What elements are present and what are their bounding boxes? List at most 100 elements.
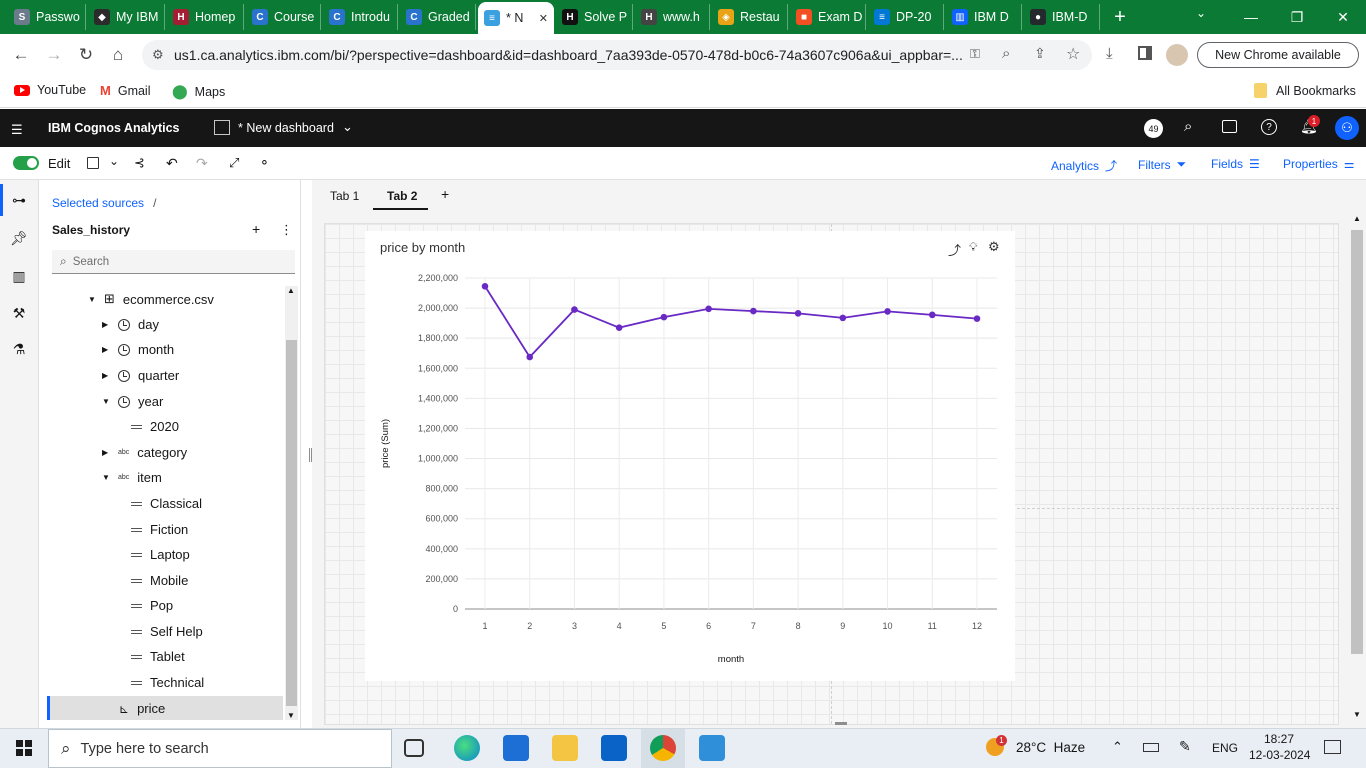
browser-tab[interactable]: C Course	[246, 4, 321, 30]
hamburger-menu-icon[interactable]: ☰	[11, 122, 23, 138]
task-view-icon[interactable]	[404, 739, 424, 757]
caret-right-icon[interactable]: ▶	[102, 320, 112, 329]
browser-tab[interactable]: ◆ My IBM	[88, 4, 165, 30]
tree-item-mobile[interactable]: Mobile	[131, 573, 188, 588]
zoom-icon[interactable]: ⌕	[1002, 45, 1010, 62]
edit-toggle[interactable]	[13, 156, 39, 170]
filters-button[interactable]: Filters ⏷	[1138, 157, 1186, 172]
browser-tab[interactable]: S Passwo	[8, 4, 86, 30]
caret-right-icon[interactable]: ▶	[102, 371, 112, 380]
back-arrow-icon[interactable]: ←	[10, 44, 32, 66]
show-hidden-icons-icon[interactable]: ⌃	[1112, 739, 1123, 755]
share-icon[interactable]: ⇪	[1034, 45, 1046, 62]
close-icon[interactable]: ✕	[1320, 0, 1366, 34]
tree-item-category[interactable]: ▶ abc category	[102, 445, 187, 460]
browser-tab[interactable]: H Solve P	[556, 4, 633, 30]
photos-icon[interactable]	[699, 735, 725, 761]
scroll-up-icon[interactable]: ▲	[1353, 214, 1361, 223]
browser-tab[interactable]: ● IBM-D	[1024, 4, 1100, 30]
scroll-down-icon[interactable]: ▼	[287, 711, 295, 720]
all-bookmarks[interactable]: All Bookmarks	[1254, 83, 1356, 98]
browser-tab[interactable]: ▥ IBM D	[946, 4, 1022, 30]
scroll-thumb[interactable]	[286, 340, 297, 706]
tree-scrollbar[interactable]: ▲ ▼	[285, 286, 298, 720]
mail-icon[interactable]	[601, 735, 627, 761]
help-icon[interactable]: ?	[1261, 119, 1277, 135]
add-tab-button[interactable]: +	[441, 186, 449, 202]
canvas-bottom-handle[interactable]	[835, 722, 847, 725]
language-indicator[interactable]: ENG	[1212, 741, 1238, 755]
caret-right-icon[interactable]: ▶	[102, 448, 112, 457]
tree-item-laptop[interactable]: Laptop	[131, 547, 190, 562]
caret-right-icon[interactable]: ▶	[102, 345, 112, 354]
analytics-button[interactable]: Analytics ⤴	[1051, 157, 1117, 174]
tree-item-year[interactable]: ▼ year	[102, 394, 163, 409]
caret-down-icon[interactable]: ▼	[102, 397, 112, 406]
tree-item-2020[interactable]: 2020	[131, 419, 179, 434]
edge-browser-icon[interactable]	[454, 735, 480, 761]
visualizations-icon[interactable]: ▥	[10, 267, 28, 285]
browser-tab[interactable]: ◈ Restau	[712, 4, 788, 30]
bookmark-maps[interactable]: ⬤ Maps	[172, 83, 225, 100]
browser-tab[interactable]: C Graded	[400, 4, 476, 30]
minimize-icon[interactable]: —	[1228, 0, 1274, 34]
restore-icon[interactable]: ❐	[1274, 0, 1320, 34]
breadcrumb-selected-sources[interactable]: Selected sources	[52, 196, 144, 210]
new-chrome-available-button[interactable]: New Chrome available	[1197, 42, 1359, 68]
search-input[interactable]: ⌕ Search	[52, 250, 295, 274]
chat-icon[interactable]	[1222, 120, 1237, 133]
search-icon[interactable]: ⌕	[1184, 118, 1192, 135]
new-tab-button[interactable]: +	[1110, 4, 1130, 30]
taskbar-search-input[interactable]: ⌕ Type here to search	[48, 729, 392, 768]
tab-2[interactable]: Tab 2	[387, 189, 417, 203]
file-explorer-icon[interactable]	[552, 735, 578, 761]
tree-item-technical[interactable]: Technical	[131, 675, 204, 690]
assistant-icon[interactable]: ⚗	[10, 340, 28, 358]
tree-item-price[interactable]: ⊾ price	[119, 701, 165, 716]
pen-icon[interactable]: ✎	[1179, 738, 1191, 755]
tree-item-fiction[interactable]: Fiction	[131, 522, 188, 537]
reload-icon[interactable]: ↻	[75, 44, 97, 66]
overflow-menu-icon[interactable]: ⋮	[280, 222, 293, 238]
add-source-icon[interactable]: +	[252, 221, 260, 237]
redo-icon[interactable]: ↷	[196, 155, 208, 172]
browser-tab[interactable]: Hwww.h	[635, 4, 710, 30]
undo-icon[interactable]: ↶	[166, 155, 178, 172]
tree-item-self-help[interactable]: Self Help	[131, 624, 203, 639]
scroll-up-icon[interactable]: ▲	[287, 286, 295, 295]
app-icon[interactable]	[503, 735, 529, 761]
bookmark-youtube[interactable]: YouTube	[14, 83, 86, 97]
notifications-center-icon[interactable]	[1324, 740, 1341, 754]
share-icon[interactable]: ⊰	[134, 155, 145, 171]
chart-widget[interactable]: price by month ⤴ 💡︎ ⚙ 0 200,000 400,000 600…	[365, 231, 1015, 681]
browser-tab[interactable]: ■ Exam D	[790, 4, 866, 30]
chevron-down-icon[interactable]: ⌄	[109, 154, 119, 168]
forward-arrow-icon[interactable]: →	[43, 44, 65, 66]
browser-tab[interactable]: H Homep	[167, 4, 244, 30]
tree-item-classical[interactable]: Classical	[131, 496, 202, 511]
data-sources-icon[interactable]: ⊶	[10, 191, 28, 209]
dashboard-title[interactable]: * New dashboard	[238, 121, 334, 135]
fullscreen-icon[interactable]: ⤢	[229, 155, 239, 171]
tab-search-chevron-icon[interactable]: ⌄	[1196, 6, 1206, 20]
canvas-scrollbar[interactable]: ▲ ▼	[1350, 214, 1364, 719]
tree-item-quarter[interactable]: ▶ quarter	[102, 368, 179, 383]
scroll-down-icon[interactable]: ▼	[1353, 710, 1361, 719]
site-info-icon[interactable]: ⚙	[152, 47, 164, 63]
tree-item-pop[interactable]: Pop	[131, 598, 173, 613]
weather-text[interactable]: 28°C Haze	[1016, 740, 1085, 755]
fields-button[interactable]: Fields ☰	[1211, 157, 1260, 171]
caret-down-icon[interactable]: ▼	[102, 473, 112, 482]
battery-icon[interactable]	[1143, 743, 1159, 752]
bookmark-gmail[interactable]: M Gmail	[100, 83, 151, 98]
browser-tab[interactable]: ≡ DP-20	[868, 4, 944, 30]
clock-date[interactable]: 12-03-2024	[1249, 748, 1310, 762]
widgets-icon[interactable]: ⚒	[10, 304, 28, 322]
browser-tab[interactable]: C Introdu	[323, 4, 398, 30]
properties-button[interactable]: Properties ⚌	[1283, 157, 1354, 171]
relationships-icon[interactable]: ⚬	[259, 155, 270, 171]
key-icon[interactable]: ⚿	[970, 46, 980, 62]
bookmark-star-icon[interactable]: ☆	[1066, 44, 1080, 64]
tab-close-icon[interactable]: ✕	[539, 12, 548, 25]
windows-start-icon[interactable]	[16, 740, 32, 756]
